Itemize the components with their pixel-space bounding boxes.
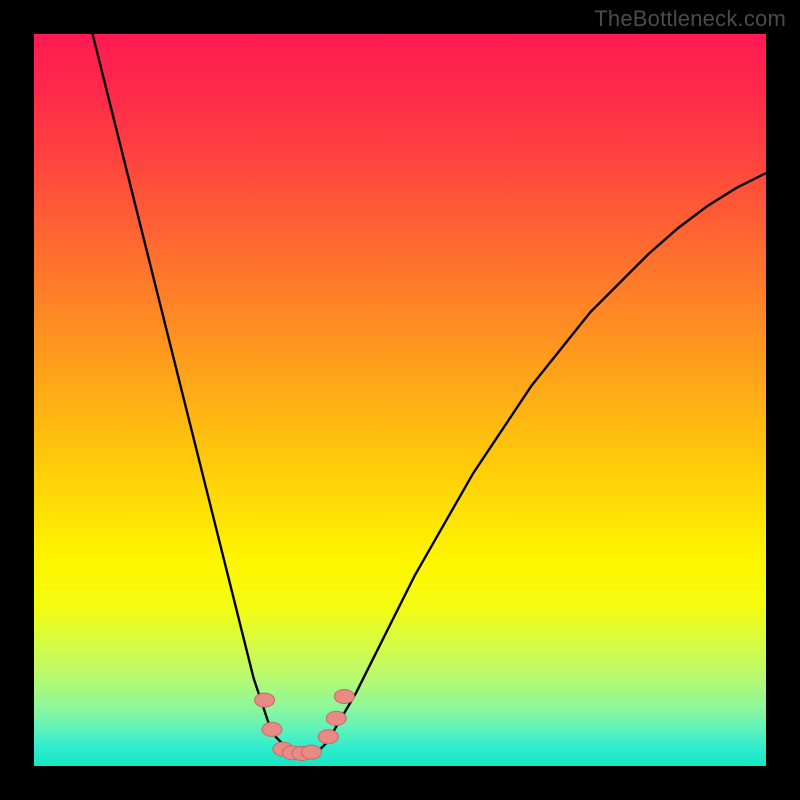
marker-bottom-4	[301, 745, 321, 759]
curve-svg	[34, 34, 766, 766]
marker-right-mid	[326, 711, 346, 725]
plot-area	[34, 34, 766, 766]
chart-frame: TheBottleneck.com	[0, 0, 800, 800]
marker-right-lower	[318, 730, 338, 744]
marker-left-lower	[262, 722, 282, 736]
bottleneck-curve	[93, 34, 766, 754]
marker-left-upper	[255, 693, 275, 707]
marker-right-upper	[334, 689, 354, 703]
watermark-text: TheBottleneck.com	[594, 6, 786, 32]
marker-group	[255, 689, 355, 760]
